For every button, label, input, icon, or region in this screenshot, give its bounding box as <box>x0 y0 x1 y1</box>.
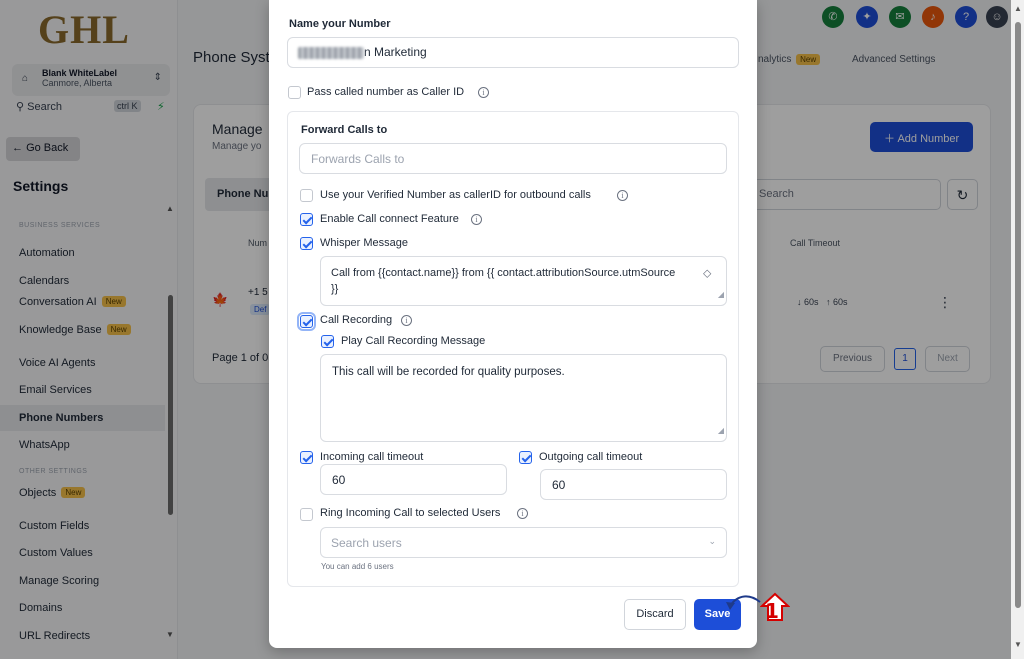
page-scrollbar-thumb[interactable] <box>1015 22 1021 608</box>
whisper-label: Whisper Message <box>320 237 409 249</box>
resize-handle-icon[interactable]: ◢ <box>718 287 724 303</box>
ring-users-checkbox[interactable] <box>300 508 313 521</box>
recording-message-textarea[interactable]: This call will be recorded for quality p… <box>320 354 727 442</box>
info-icon[interactable]: i <box>471 214 482 225</box>
outgoing-timeout-label: Outgoing call timeout <box>539 451 643 463</box>
scroll-down-icon[interactable]: ▼ <box>1014 640 1022 649</box>
play-recording-label: Play Call Recording Message <box>341 335 486 347</box>
info-icon[interactable]: i <box>517 508 528 519</box>
redacted-text <box>298 46 364 59</box>
name-input[interactable]: n Marketing <box>287 37 739 68</box>
whisper-checkbox[interactable] <box>300 237 313 250</box>
scroll-up-icon[interactable]: ▲ <box>1014 4 1022 13</box>
callout-number: 1 <box>765 599 779 623</box>
call-recording-label: Call Recording <box>320 314 393 326</box>
info-icon[interactable]: i <box>478 87 489 98</box>
tag-icon[interactable]: ⬦ <box>703 266 711 281</box>
verified-number-checkbox[interactable] <box>300 189 313 202</box>
incoming-timeout-input[interactable]: 60 <box>320 464 507 495</box>
call-connect-label: Enable Call connect Feature <box>320 213 459 225</box>
users-helper-text: You can add 6 users <box>321 562 394 571</box>
page-scrollbar[interactable]: ▲ ▼ <box>1011 0 1024 659</box>
call-connect-checkbox[interactable] <box>300 213 313 226</box>
info-icon[interactable]: i <box>401 315 412 326</box>
outgoing-timeout-checkbox[interactable] <box>519 451 532 464</box>
call-recording-checkbox[interactable] <box>297 312 316 331</box>
incoming-timeout-label: Incoming call timeout <box>320 451 424 463</box>
search-users-select[interactable]: Search users ⌄ <box>320 527 727 558</box>
info-icon[interactable]: i <box>617 190 628 201</box>
forward-label: Forward Calls to <box>301 124 388 136</box>
forward-calls-input[interactable]: Forwards Calls to <box>299 143 727 174</box>
pointer-arrow-icon <box>726 595 761 610</box>
name-label: Name your Number <box>289 18 391 30</box>
caller-id-label: Pass called number as Caller ID <box>307 86 465 98</box>
caller-id-checkbox[interactable] <box>288 86 301 99</box>
ring-users-label: Ring Incoming Call to selected Users <box>320 507 501 519</box>
resize-handle-icon[interactable]: ◢ <box>718 423 724 439</box>
incoming-timeout-checkbox[interactable] <box>300 451 313 464</box>
whisper-message-textarea[interactable]: Call from {{contact.name}} from {{ conta… <box>320 256 727 306</box>
chevron-down-icon: ⌄ <box>708 536 716 546</box>
outgoing-timeout-input[interactable]: 60 <box>540 469 727 500</box>
play-recording-checkbox[interactable] <box>321 335 334 348</box>
verified-number-label: Use your Verified Number as callerID for… <box>320 189 591 201</box>
discard-button[interactable]: Discard <box>624 599 686 630</box>
